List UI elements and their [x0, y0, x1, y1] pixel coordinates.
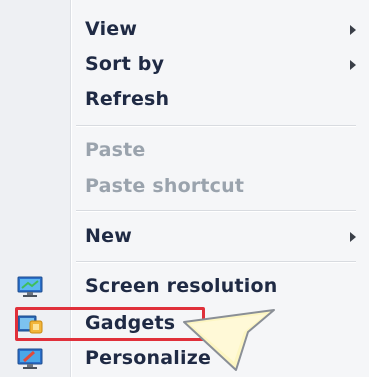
submenu-arrow-icon [350, 60, 356, 70]
menu-item-paste: Paste [0, 134, 369, 168]
menu-item-label: View [85, 18, 138, 40]
personalize-icon [16, 348, 44, 370]
menu-item-label: Paste [85, 139, 146, 161]
menu-item-label: Sort by [85, 53, 165, 75]
menu-item-paste-shortcut: Paste shortcut [0, 170, 369, 204]
menu-separator-highlight [76, 211, 356, 212]
desktop-context-menu: View Sort by Refresh Paste Paste shortcu… [0, 0, 369, 377]
monitor-icon [16, 276, 44, 298]
menu-item-sort-by[interactable]: Sort by [0, 48, 369, 82]
yellow-pointer-icon [183, 309, 275, 371]
menu-item-label: Screen resolution [85, 275, 278, 297]
menu-item-label: New [85, 225, 132, 247]
submenu-arrow-icon [350, 25, 356, 35]
menu-item-label: Paste shortcut [85, 175, 245, 197]
menu-separator-highlight [76, 262, 356, 263]
menu-separator-highlight [76, 126, 356, 127]
menu-item-screen-resolution[interactable]: Screen resolution [0, 270, 369, 304]
submenu-arrow-icon [350, 232, 356, 242]
menu-item-new[interactable]: New [0, 220, 369, 254]
menu-item-label: Refresh [85, 88, 170, 110]
menu-item-view[interactable]: View [0, 13, 369, 47]
menu-item-refresh[interactable]: Refresh [0, 83, 369, 117]
